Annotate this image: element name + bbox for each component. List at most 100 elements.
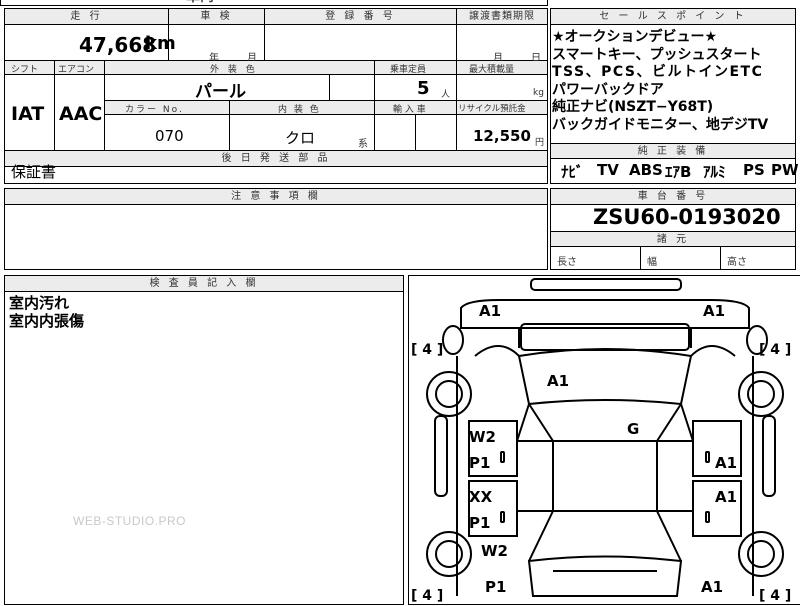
inspector-notes-panel: 検 査 員 記 入 欄 室内汚れ 室内内張傷 WEB-STUDIO.PRO xyxy=(4,275,404,605)
recycle-header-cell: リサイクル預託金 xyxy=(457,101,547,115)
color-no-value: 070 xyxy=(155,127,184,145)
dim-width-label: 幅 xyxy=(647,257,657,268)
equipment-item: PS xyxy=(743,161,765,179)
equipment-item: ｱﾙﾐ xyxy=(703,163,726,181)
dim-height-cell: 高さ xyxy=(721,247,795,269)
mileage-cell: 47,668 km xyxy=(5,25,176,61)
transfer-deadline-cell: 月 日 xyxy=(457,25,547,64)
sales-point-line: 純正ナビ(NSZT−Y68T) xyxy=(552,99,714,115)
chassis-header: 車 台 番 号 xyxy=(551,189,795,205)
equipment-item: ｴｱB xyxy=(665,163,692,181)
shift-value: IAT xyxy=(11,103,45,125)
aircon-value: AAC xyxy=(59,103,103,125)
equipment-row: ﾅﾋﾞ TV ABS ｴｱB ｱﾙﾐ PS PW xyxy=(551,161,799,181)
damage-mark: A1 xyxy=(701,578,723,596)
mileage-header: 走 行 xyxy=(5,9,169,25)
notes-header: 注 意 事 項 欄 xyxy=(5,189,547,205)
notes-panel: 注 意 事 項 欄 xyxy=(4,188,548,270)
transfer-deadline-header: 譲渡書類期限 xyxy=(457,9,547,25)
top-partial-row: 車両 xyxy=(0,0,548,6)
damage-mark: P1 xyxy=(485,578,506,596)
tire-mark: [ 4 ] xyxy=(411,588,443,604)
chassis-number: ZSU60-0193020 xyxy=(593,205,781,229)
dim-length-cell: 長さ xyxy=(551,247,641,269)
recycle-cell: 12,550 円 xyxy=(457,115,547,151)
damage-mark: P1 xyxy=(469,454,490,472)
tire-mark: [ 4 ] xyxy=(759,588,791,604)
max-load-unit: kg xyxy=(533,88,544,98)
later-parts-value: 保証書 xyxy=(11,163,57,181)
exterior-color-value: パール xyxy=(195,82,246,102)
car-diagram: A1 A1 A1 G W2 P1 A1 XX P1 A1 W2 P1 A1 [ … xyxy=(411,278,791,604)
shift-cell: IAT xyxy=(5,75,55,151)
exterior-color-header-cell: 外 装 色 xyxy=(105,61,375,75)
recycle-header: リサイクル預託金 xyxy=(458,104,526,114)
tire-mark: [ 4 ] xyxy=(759,342,791,358)
exterior-color-header: 外 装 色 xyxy=(210,65,258,75)
exterior-color-cell: パール xyxy=(105,75,330,102)
sales-point-line: バックガイドモニター、地デジTV xyxy=(552,116,769,133)
inspector-notes-header: 検 査 員 記 入 欄 xyxy=(5,276,403,292)
vehicle-info-table: 走 行 車 検 登 録 番 号 譲渡書類期限 47,668 km 年 月 月 日… xyxy=(4,8,548,184)
later-parts-header: 後 日 発 送 部 品 xyxy=(5,151,547,167)
sales-points-list: ★オークションデビュー★ スマートキー、プッシュスタート TSS、PCS、ビルト… xyxy=(552,29,768,134)
tire-mark: [ 4 ] xyxy=(411,342,443,358)
damage-mark: P1 xyxy=(469,514,490,532)
capacity-unit: 人 xyxy=(441,90,451,100)
damage-mark: W2 xyxy=(469,428,496,446)
capacity-cell: 5 人 xyxy=(375,75,457,101)
damage-mark: A1 xyxy=(479,302,501,320)
damage-mark: A1 xyxy=(703,302,725,320)
damage-mark: A1 xyxy=(715,488,737,506)
aircon-header: エアコン xyxy=(58,65,95,75)
genuine-equipment-header: 純 正 装 備 xyxy=(551,143,795,159)
recycle-unit: 円 xyxy=(535,138,545,148)
max-load-cell: kg xyxy=(457,75,547,101)
import-cell-a xyxy=(375,115,416,151)
inspector-note: 室内汚れ xyxy=(9,294,70,312)
dim-width-cell: 幅 xyxy=(641,247,721,269)
capacity-header: 乗車定員 xyxy=(390,65,427,75)
equipment-item: ﾅﾋﾞ xyxy=(561,163,584,181)
import-header: 輸 入 車 xyxy=(393,105,426,115)
capacity-value: 5 xyxy=(417,78,430,99)
sales-point-line: スマートキー、プッシュスタート xyxy=(552,46,762,63)
damage-mark: XX xyxy=(469,488,493,506)
registration-header: 登 録 番 号 xyxy=(265,9,457,25)
sales-point-line: ★オークションデビュー★ xyxy=(552,29,718,45)
import-header-cell: 輸 入 車 xyxy=(375,101,457,115)
top-partial-text: 車両 xyxy=(186,0,214,6)
shift-header: シフト xyxy=(11,65,39,75)
interior-color-cell: クロ 系 xyxy=(230,115,375,151)
interior-suffix: 系 xyxy=(358,139,368,150)
inspection-cell: 年 月 xyxy=(169,25,265,64)
damage-marks: A1 A1 A1 G W2 P1 A1 XX P1 A1 W2 P1 A1 xyxy=(469,302,737,596)
inspection-header: 車 検 xyxy=(169,9,265,25)
interior-color-header-cell: 内 装 色 xyxy=(230,101,375,115)
watermark: WEB-STUDIO.PRO xyxy=(73,514,187,528)
dimensions-header: 諸 元 xyxy=(551,231,795,247)
dim-length-label: 長さ xyxy=(557,257,577,268)
sales-point-line: TSS、PCS、ビルトインETC xyxy=(552,64,764,80)
max-load-header-cell: 最大積載量 xyxy=(457,61,547,75)
exterior-extra-cell xyxy=(330,75,375,101)
chassis-panel: 車 台 番 号 ZSU60-0193020 諸 元 長さ 幅 高さ xyxy=(550,188,796,270)
registration-cell xyxy=(265,25,457,61)
car-diagram-panel: A1 A1 A1 G W2 P1 A1 XX P1 A1 W2 P1 A1 [ … xyxy=(408,275,800,605)
sales-points-header: セ ー ル ス ポ イ ン ト xyxy=(551,9,795,25)
shift-header-cell: シフト xyxy=(5,61,55,75)
damage-mark: A1 xyxy=(547,372,569,390)
sales-points-panel: セ ー ル ス ポ イ ン ト ★オークションデビュー★ スマートキー、プッシュ… xyxy=(550,8,799,184)
sales-point-line: パワーバックドア xyxy=(552,81,664,98)
inspector-note: 室内内張傷 xyxy=(9,312,85,330)
equipment-item: ABS xyxy=(629,161,663,179)
import-cell-b xyxy=(416,115,457,151)
recycle-value: 12,550 xyxy=(473,127,531,145)
damage-mark: W2 xyxy=(481,542,508,560)
dim-height-label: 高さ xyxy=(727,257,747,268)
aircon-header-cell: エアコン xyxy=(55,61,105,75)
damage-mark: A1 xyxy=(715,454,737,472)
equipment-item: TV xyxy=(597,161,619,179)
interior-color-header: 内 装 色 xyxy=(278,105,321,115)
color-no-header: カラー No. xyxy=(125,105,184,115)
